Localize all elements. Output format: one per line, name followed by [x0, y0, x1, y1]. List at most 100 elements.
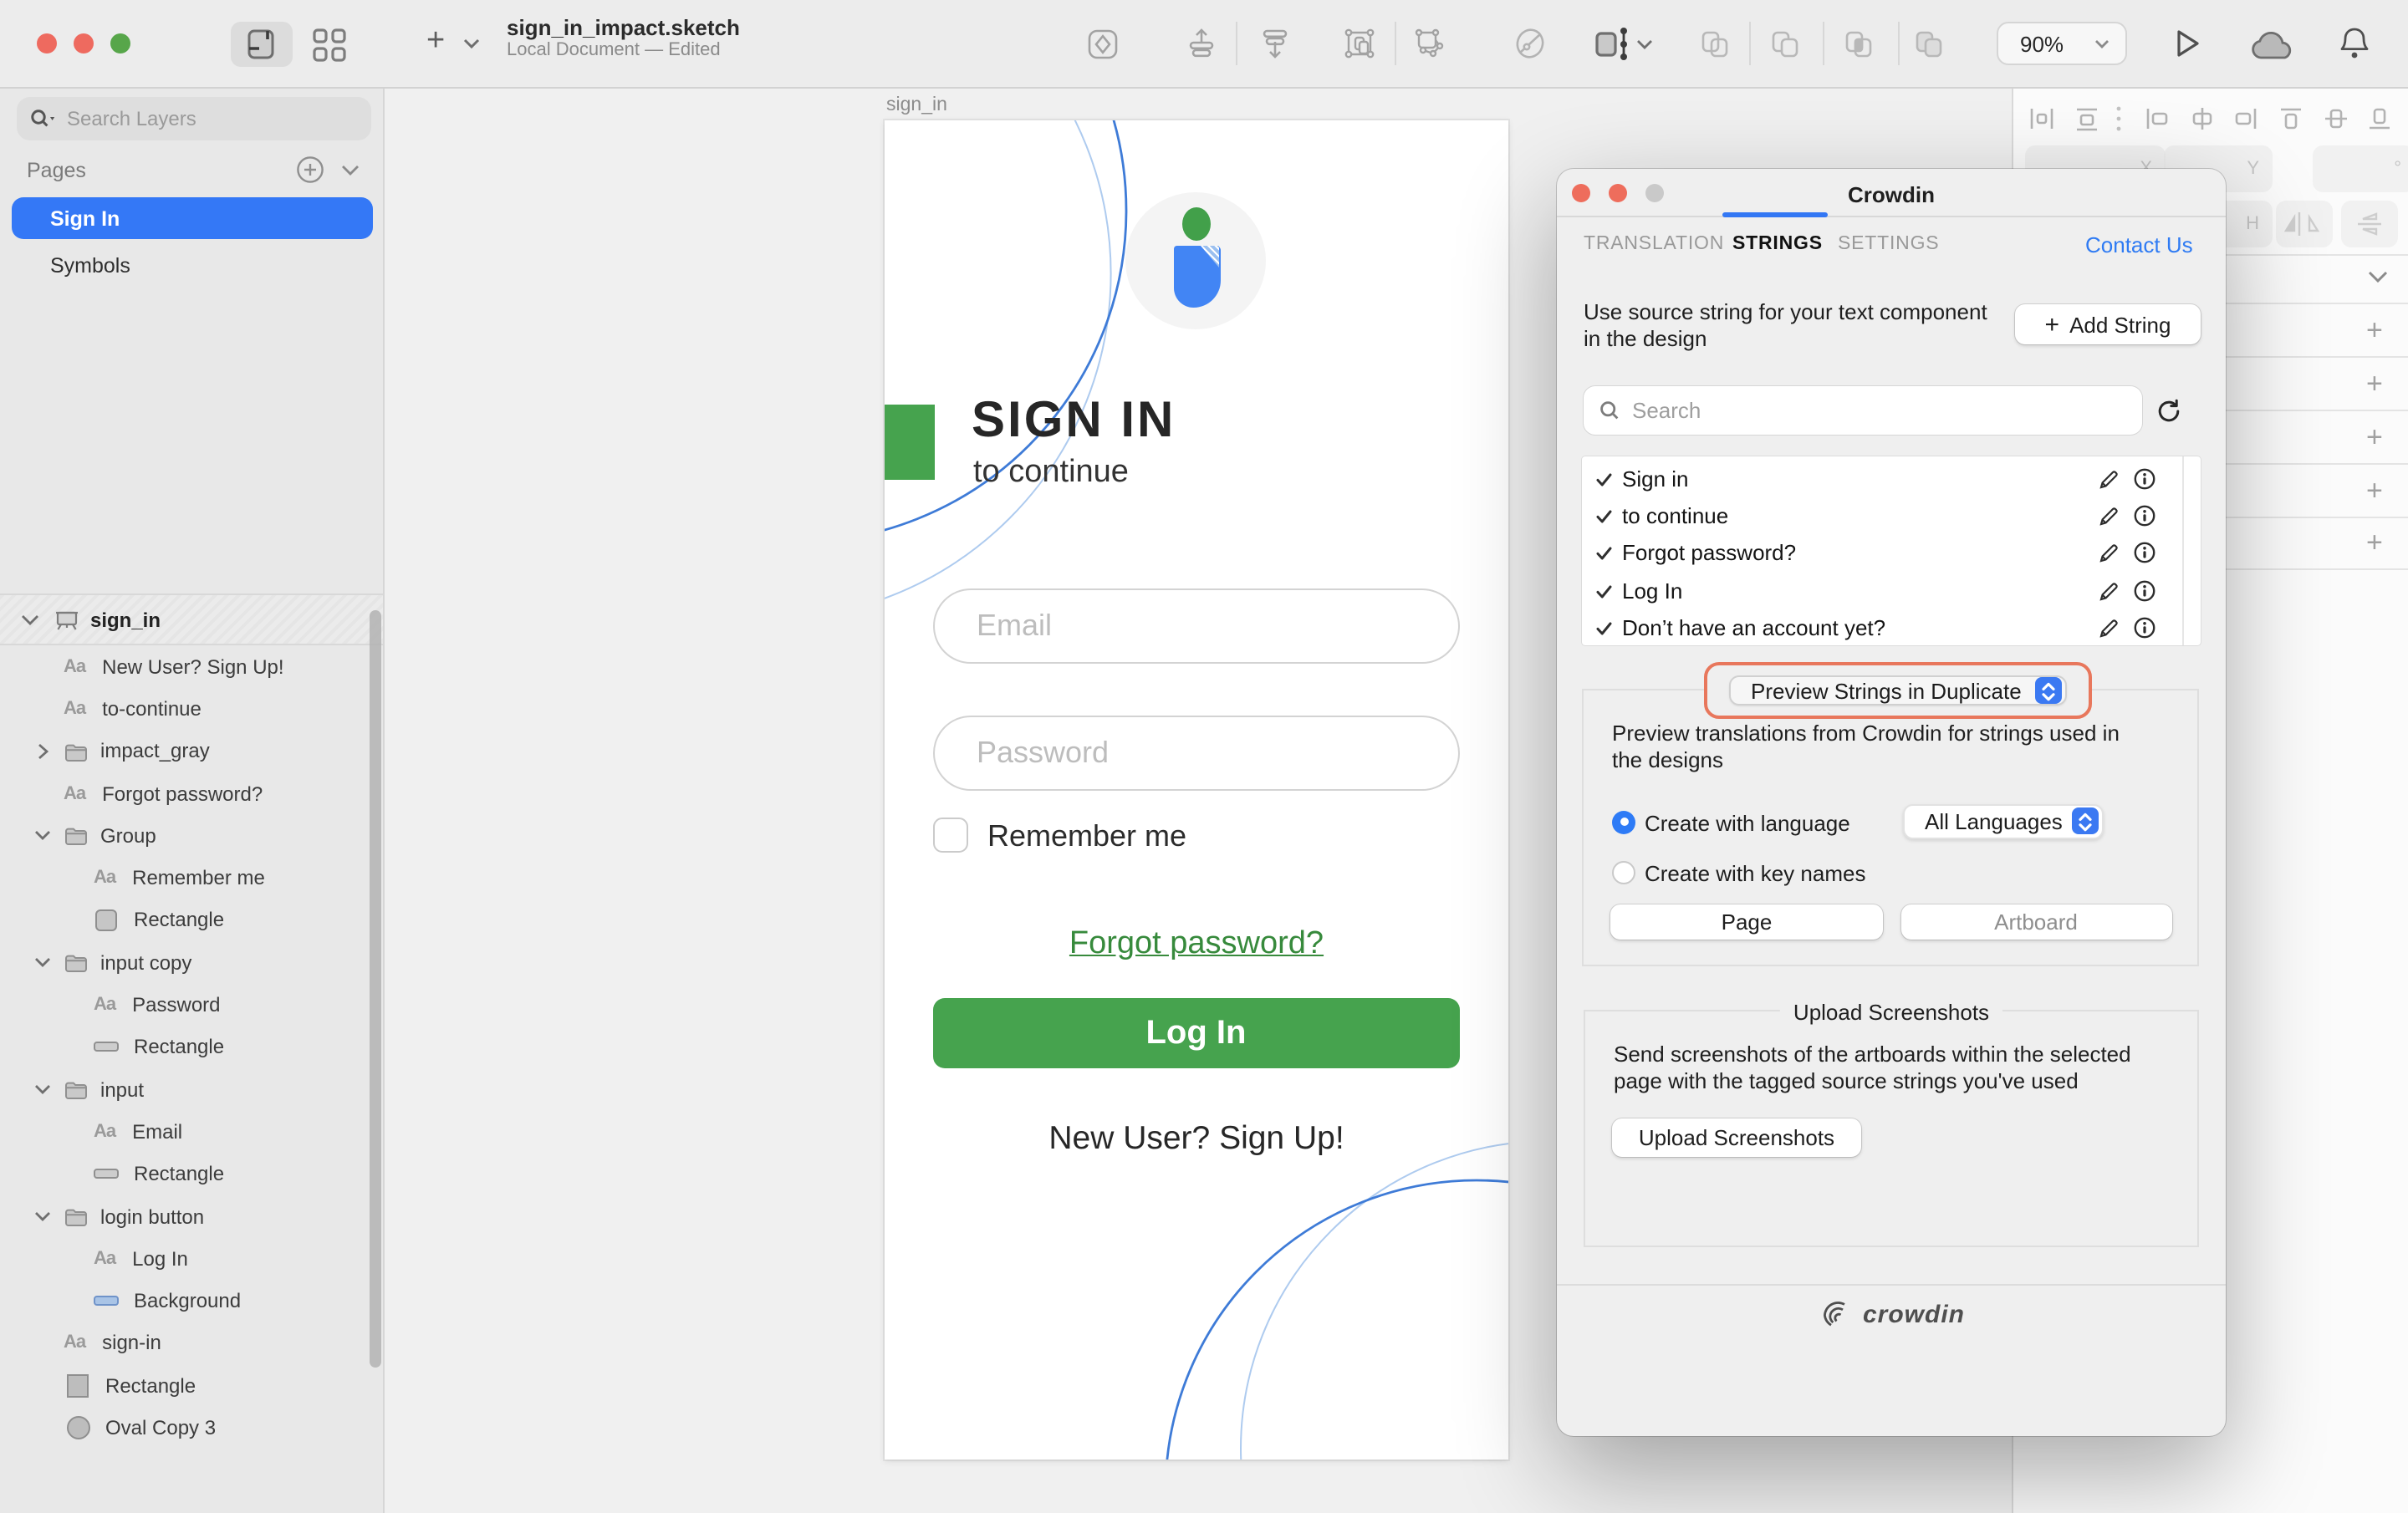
edit-pencil-icon[interactable]: [2097, 467, 2119, 489]
contact-us-link[interactable]: Contact Us: [2085, 232, 2193, 257]
cloud-sync-button[interactable]: [2247, 30, 2298, 62]
layer-row[interactable]: input copy: [0, 941, 383, 984]
layer-row[interactable]: Rectangle: [0, 1153, 383, 1195]
align-top-icon[interactable]: [2278, 105, 2304, 132]
upload-screenshots-button[interactable]: Upload Screenshots: [1612, 1118, 1861, 1157]
preview-strings-dropdown[interactable]: Preview Strings in Duplicate: [1729, 675, 2067, 706]
chevron-down-icon[interactable]: [33, 829, 52, 843]
layer-row[interactable]: input: [0, 1068, 383, 1111]
rotation-field[interactable]: °: [2313, 145, 2408, 192]
layer-row[interactable]: Aato-continue: [0, 688, 383, 731]
pages-collapse-chevron-icon[interactable]: [339, 164, 361, 177]
info-icon[interactable]: [2134, 618, 2155, 639]
strings-search-field[interactable]: Search: [1584, 386, 2142, 435]
add-fill-button[interactable]: +: [2366, 368, 2383, 401]
tab-settings[interactable]: SETTINGS: [1838, 234, 1939, 254]
add-string-button[interactable]: + Add String: [2015, 304, 2201, 344]
edit-pencil-icon[interactable]: [2097, 618, 2119, 639]
flip-vertical-button[interactable]: [2341, 201, 2398, 247]
layer-row[interactable]: Aasign-in: [0, 1322, 383, 1365]
create-with-language-radio[interactable]: [1612, 810, 1635, 833]
add-page-button[interactable]: [296, 155, 324, 184]
add-blur-button[interactable]: +: [2366, 527, 2383, 560]
chevron-right-icon[interactable]: [37, 741, 50, 760]
insert-chevron-icon[interactable]: [462, 37, 482, 50]
detach-button[interactable]: [1411, 27, 1445, 60]
remember-me-checkbox[interactable]: [933, 818, 967, 852]
align-right-icon[interactable]: [2232, 105, 2259, 132]
string-row[interactable]: Log In: [1582, 572, 2201, 609]
align-bottom-icon[interactable]: [2366, 105, 2393, 132]
layer-row[interactable]: Rectangle: [0, 899, 383, 942]
sign-up-text[interactable]: New User? Sign Up!: [885, 1119, 1508, 1158]
chevron-down-icon[interactable]: [33, 1083, 52, 1096]
layer-row[interactable]: AaNew User? Sign Up!: [0, 645, 383, 688]
artboard-title[interactable]: sign_in: [886, 95, 947, 115]
tab-strings[interactable]: STRINGS: [1732, 234, 1823, 254]
align-options-dots-icon[interactable]: [2114, 104, 2124, 134]
log-in-button[interactable]: Log In: [933, 998, 1459, 1068]
layer-row[interactable]: Group: [0, 814, 383, 857]
add-style-button[interactable]: +: [2366, 314, 2383, 348]
layer-row[interactable]: Oval Copy 3: [0, 1407, 383, 1449]
align-left-icon[interactable]: [2144, 105, 2171, 132]
layer-row[interactable]: AaRemember me: [0, 857, 383, 899]
chevron-down-icon[interactable]: [33, 1210, 52, 1223]
forgot-password-link[interactable]: Forgot password?: [885, 925, 1508, 962]
resize-tool-button[interactable]: [1590, 25, 1630, 62]
string-row[interactable]: Sign in: [1582, 456, 2201, 497]
group-button[interactable]: [1343, 27, 1376, 60]
info-icon[interactable]: [2134, 505, 2155, 527]
edit-pencil-icon[interactable]: [2097, 505, 2119, 527]
edit-pencil-icon[interactable]: [2097, 543, 2119, 564]
artboard-sign-in[interactable]: SIGN IN to continue Email Password Remem…: [885, 120, 1508, 1459]
distribute-horizontally-icon[interactable]: [2028, 105, 2055, 132]
boolean-subtract-button[interactable]: [1769, 28, 1801, 60]
grid-view-toggle[interactable]: [311, 27, 348, 64]
traffic-light-minimize-button[interactable]: [74, 33, 94, 53]
rotate-tool-button[interactable]: [1513, 27, 1547, 60]
distribute-vertically-icon[interactable]: [2074, 105, 2100, 132]
symbol-tool-button[interactable]: [1087, 28, 1119, 60]
search-layers-field[interactable]: Search Layers: [17, 97, 371, 140]
info-icon[interactable]: [2134, 543, 2155, 564]
string-row[interactable]: to continue: [1582, 497, 2201, 535]
page-button[interactable]: Page: [1610, 904, 1883, 939]
chevron-down-icon[interactable]: [33, 955, 52, 969]
boolean-intersect-button[interactable]: [1843, 28, 1875, 60]
layer-row[interactable]: Background: [0, 1280, 383, 1322]
move-forward-button[interactable]: [1186, 27, 1217, 60]
language-dropdown[interactable]: All Languages: [1903, 803, 2104, 838]
section-collapse-chevron-icon[interactable]: [2366, 269, 2390, 284]
layer-row[interactable]: impact_gray: [0, 730, 383, 772]
chevron-down-icon[interactable]: [20, 613, 40, 626]
align-middle-vertical-icon[interactable]: [2323, 105, 2349, 132]
layer-row[interactable]: Rectangle: [0, 1364, 383, 1407]
layer-row[interactable]: AaLog In: [0, 1237, 383, 1280]
layer-row[interactable]: AaForgot password?: [0, 772, 383, 815]
move-backward-button[interactable]: [1259, 27, 1291, 60]
refresh-icon[interactable]: [2155, 398, 2181, 423]
add-border-button[interactable]: +: [2366, 421, 2383, 455]
info-icon[interactable]: [2134, 580, 2155, 602]
add-shadow-button[interactable]: +: [2366, 475, 2383, 508]
artboard-layer-header[interactable]: sign_in: [0, 593, 383, 645]
traffic-light-close-button[interactable]: [37, 33, 57, 53]
boolean-union-button[interactable]: [1699, 28, 1731, 60]
sidebar-scrollbar[interactable]: [370, 610, 381, 1368]
info-icon[interactable]: [2134, 467, 2155, 489]
artboard-button[interactable]: Artboard: [1900, 904, 2171, 939]
notifications-button[interactable]: [2338, 25, 2371, 62]
layer-row[interactable]: Rectangle: [0, 1026, 383, 1068]
align-center-horizontal-icon[interactable]: [2189, 105, 2216, 132]
layer-row[interactable]: AaEmail: [0, 1111, 383, 1154]
create-with-key-names-radio[interactable]: [1612, 861, 1635, 884]
layer-row[interactable]: login button: [0, 1195, 383, 1238]
boolean-difference-button[interactable]: [1913, 28, 1945, 60]
zoom-dropdown[interactable]: 90%: [1997, 22, 2127, 65]
flip-horizontal-button[interactable]: [2276, 201, 2333, 247]
edit-pencil-icon[interactable]: [2097, 580, 2119, 602]
layer-list-view-toggle[interactable]: [231, 22, 293, 67]
resize-chevron-icon[interactable]: [1635, 38, 1654, 50]
tab-translation[interactable]: TRANSLATION: [1584, 234, 1724, 254]
